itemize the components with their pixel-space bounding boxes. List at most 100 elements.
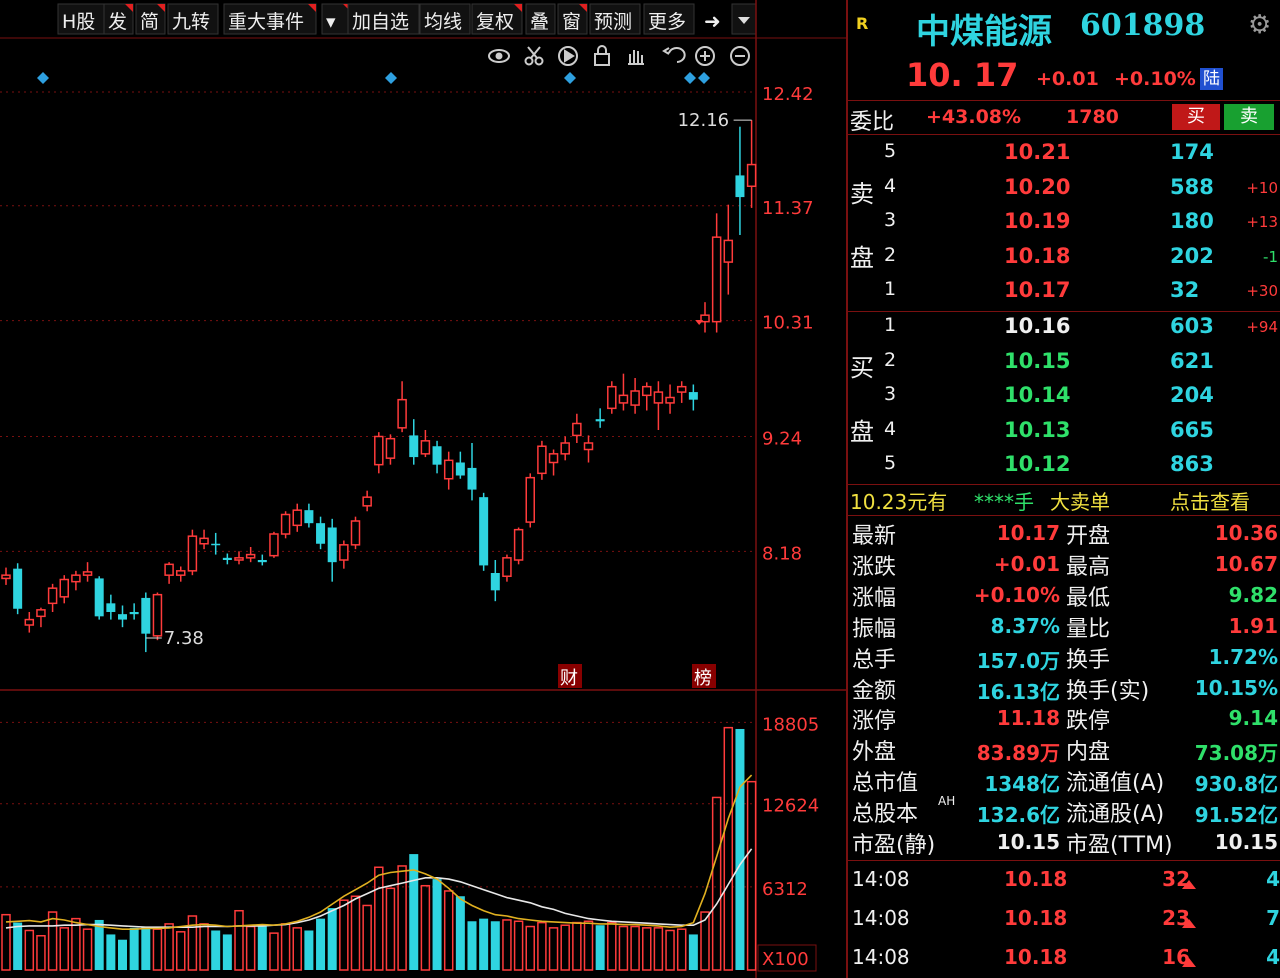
stat-label: 总手: [852, 647, 897, 673]
level-volume: 588: [1170, 174, 1214, 199]
level-volume: 621: [1170, 348, 1214, 373]
candle-body: [443, 459, 454, 480]
level-price[interactable]: 10.16: [1004, 314, 1070, 338]
level-volume: 32: [1170, 278, 1200, 303]
event-marker-icon[interactable]: [698, 72, 710, 84]
volume-unit: X100: [762, 949, 809, 970]
candle-body: [199, 537, 209, 545]
stat-value: 157.0万: [976, 648, 1060, 673]
big-order-volume: ****手: [974, 490, 1034, 514]
volume-bar: [304, 930, 314, 970]
toolbar-label: 窗: [562, 11, 581, 33]
candle-body: [36, 609, 46, 618]
play-icon[interactable]: [558, 46, 578, 66]
big-order-label: 大卖单: [1050, 490, 1110, 514]
toolbar-label: 预测: [594, 11, 632, 33]
candle-body: [548, 453, 559, 464]
price-tick: 12.42: [762, 84, 814, 105]
stock-code: 601898: [1080, 8, 1206, 43]
candle-body: [362, 496, 372, 507]
candle-body: [397, 398, 407, 429]
candle-body: [222, 557, 232, 560]
stat-label: 涨幅: [852, 585, 897, 611]
volume-bar: [385, 887, 396, 971]
event-marker-icon[interactable]: [37, 72, 49, 84]
toolbar-label: 发: [108, 11, 127, 33]
bid-ask-ratio-volume: 1780: [1066, 106, 1119, 128]
bid-ask-ratio-label: 委比: [850, 110, 895, 135]
tick-time: 14:08: [852, 867, 910, 891]
level-price[interactable]: 10.19: [1004, 209, 1070, 233]
stat-label: 振幅: [852, 616, 897, 642]
big-order-view-link[interactable]: 点击查看: [1170, 486, 1250, 515]
volume-bar: [292, 927, 302, 971]
stat-label: 外盘: [852, 740, 897, 766]
volume-bar: [234, 909, 244, 971]
stat-value: 1348亿: [984, 772, 1060, 797]
toolbar-label: 均线: [424, 11, 462, 33]
candle-body: [653, 391, 664, 404]
volume-bar: [350, 895, 361, 971]
zoom-in-icon[interactable]: [695, 46, 715, 66]
low-label: 7.38: [164, 628, 204, 649]
sell-button[interactable]: 卖: [1224, 104, 1274, 130]
volume-bar: [269, 932, 279, 971]
stat-label: 最高: [1066, 554, 1111, 580]
level-price[interactable]: 10.18: [1004, 244, 1070, 268]
event-marker-icon[interactable]: [684, 72, 696, 84]
buy-button[interactable]: 买: [1172, 104, 1220, 130]
price-tick: 9.24: [762, 429, 802, 450]
candle-body: [141, 597, 151, 634]
tick-price: 10.18: [1004, 867, 1068, 891]
stat-label: 最低: [1066, 585, 1111, 611]
level-price[interactable]: 10.15: [1004, 349, 1070, 373]
exit-icon[interactable]: ➜: [704, 9, 721, 33]
hand-icon[interactable]: [628, 50, 644, 65]
candle-body: [82, 571, 93, 576]
candle-body: [490, 573, 500, 591]
undo-icon[interactable]: [662, 47, 686, 63]
candle-body: [560, 442, 570, 455]
level-volume: 665: [1170, 417, 1214, 442]
candle-body: [409, 435, 419, 458]
level-price[interactable]: 10.20: [1004, 175, 1070, 199]
stat-value: 1.91: [1228, 613, 1278, 638]
tick-price: 10.18: [1004, 945, 1068, 969]
candle-body: [665, 396, 675, 404]
level-price[interactable]: 10.13: [1004, 418, 1070, 442]
volume-bar: [187, 915, 198, 971]
level-price[interactable]: 10.21: [1004, 140, 1070, 164]
event-marker-icon[interactable]: [385, 72, 397, 84]
candle-body: [502, 557, 512, 577]
candle-body: [118, 614, 127, 620]
stat-value: 10.36: [1214, 521, 1278, 545]
candle-body: [595, 419, 605, 422]
level-price[interactable]: 10.12: [1004, 452, 1070, 476]
volume-bar: [199, 923, 209, 971]
stat-label: 换手: [1066, 647, 1111, 673]
level-number: 1: [884, 314, 897, 336]
up-arrow-icon: [1182, 875, 1196, 894]
stat-value: 16.13亿: [976, 679, 1060, 704]
level-price[interactable]: 10.14: [1004, 383, 1070, 407]
candle-body: [688, 392, 698, 400]
level-price[interactable]: 10.17: [1004, 278, 1070, 302]
volume-bar: [152, 928, 163, 971]
stat-label: 流通值(A): [1066, 771, 1165, 797]
candle-body: [479, 497, 489, 566]
pct-change: +0.10%: [1114, 68, 1196, 90]
zoom-out-icon[interactable]: [730, 46, 750, 66]
lock-icon[interactable]: [594, 45, 610, 66]
level-number: 1: [884, 278, 897, 301]
settings-gear-icon[interactable]: ⚙: [1248, 10, 1271, 40]
candle-body: [374, 435, 384, 466]
level-volume: 603: [1170, 314, 1214, 338]
event-marker-icon[interactable]: [564, 72, 576, 84]
kline-chart[interactable]: H股发简九转 重大事件 ▾ 加自选 均线 复权叠窗预测 更多 ➜ 12.42 11.37 10.31…: [0, 0, 846, 978]
toolbar-label: 简: [140, 11, 159, 33]
scissors-icon[interactable]: [524, 46, 544, 66]
eye-icon[interactable]: [488, 49, 510, 63]
volume-tick: 18805: [762, 714, 819, 735]
level-number: 2: [884, 243, 897, 266]
candle-body: [735, 175, 745, 198]
